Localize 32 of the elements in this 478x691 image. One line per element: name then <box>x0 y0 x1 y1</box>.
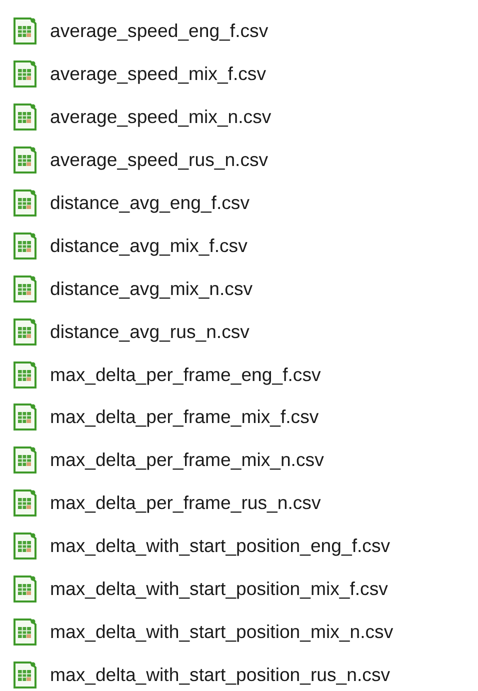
spreadsheet-file-icon <box>13 318 37 346</box>
spreadsheet-file-icon <box>13 532 37 560</box>
spreadsheet-file-icon <box>13 446 37 474</box>
spreadsheet-file-icon <box>13 232 37 260</box>
file-name[interactable]: max_delta_per_frame_rus_n.csv <box>50 492 321 514</box>
spreadsheet-file-icon <box>13 189 37 217</box>
file-name[interactable]: max_delta_per_frame_mix_n.csv <box>50 449 324 472</box>
file-name[interactable]: max_delta_with_start_position_eng_f.csv <box>50 535 390 558</box>
spreadsheet-file-icon <box>13 274 37 303</box>
spreadsheet-file-icon <box>13 17 37 46</box>
spreadsheet-file-icon <box>13 60 37 88</box>
file-name[interactable]: average_speed_rus_n.csv <box>50 149 268 172</box>
file-name[interactable]: max_delta_with_start_position_rus_n.csv <box>50 664 390 686</box>
spreadsheet-file-icon <box>13 146 37 174</box>
spreadsheet-file-icon <box>13 618 37 646</box>
file-name[interactable]: distance_avg_eng_f.csv <box>50 192 250 214</box>
spreadsheet-file-icon <box>13 660 37 689</box>
file-name[interactable]: distance_avg_mix_f.csv <box>50 234 248 257</box>
file-name[interactable]: max_delta_per_frame_eng_f.csv <box>50 364 321 386</box>
spreadsheet-file-icon <box>13 103 37 132</box>
file-name[interactable]: average_speed_mix_f.csv <box>50 63 266 86</box>
file-name[interactable]: average_speed_eng_f.csv <box>50 20 268 42</box>
file-name[interactable]: average_speed_mix_n.csv <box>50 106 272 128</box>
spreadsheet-file-icon <box>13 489 37 518</box>
file-name[interactable]: max_delta_with_start_position_mix_n.csv <box>50 620 394 643</box>
spreadsheet-file-icon <box>13 575 37 604</box>
file-name[interactable]: distance_avg_mix_n.csv <box>50 278 253 300</box>
file-name[interactable]: max_delta_with_start_position_mix_f.csv <box>50 578 388 600</box>
spreadsheet-file-icon <box>13 403 37 432</box>
spreadsheet-file-icon <box>13 360 37 389</box>
file-name[interactable]: distance_avg_rus_n.csv <box>50 320 250 343</box>
file-name[interactable]: max_delta_per_frame_mix_f.csv <box>50 406 319 428</box>
